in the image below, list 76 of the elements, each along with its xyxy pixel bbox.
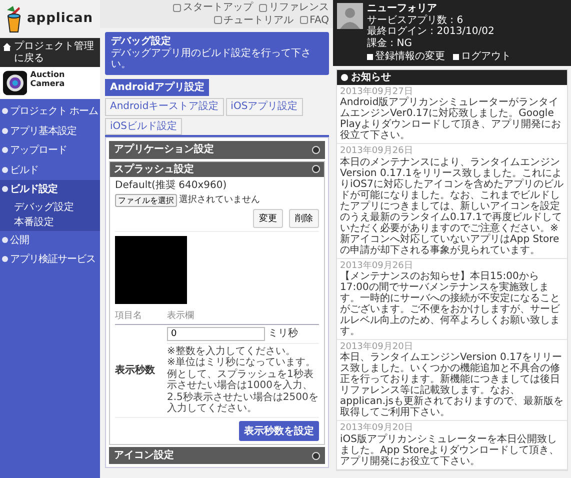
tab[interactable]: iOSビルド設定 bbox=[105, 118, 182, 135]
link-icon bbox=[453, 54, 459, 60]
news-text: Android版アプリカンシミュレーターがランタイムエンジンVer0.17に対応致しました。Google Playよりダウンロードして頂き、アプリ開発にお役立て下さい。 bbox=[340, 97, 562, 142]
image-preview bbox=[115, 236, 187, 304]
top-link[interactable]: リファレンス bbox=[259, 2, 329, 14]
file-label: Default(推奨 640x960) bbox=[115, 180, 228, 192]
link-icon bbox=[300, 16, 308, 24]
sidebar-item[interactable]: アプリ基本設定 bbox=[0, 122, 100, 141]
sidebar-subitem[interactable]: デバッグ設定 bbox=[0, 200, 100, 215]
news-text: 【メンテナンスのお知らせ】本日15:00から17:00の間でサーバメンテナンスを実施致します。一時的にサーバへの接続が不安定になることがございます。ご不便をおかけしますが、サービルレベル向上のため、何卒よろしくお願い致します。 bbox=[340, 271, 561, 338]
section-header[interactable]: スプラッシュ設定 bbox=[110, 162, 324, 177]
user-name: ニューフォリア bbox=[367, 3, 438, 14]
logo-text: applican bbox=[27, 12, 94, 26]
section-header[interactable]: アイコン設定 bbox=[110, 448, 324, 464]
avatar-icon bbox=[337, 3, 363, 29]
home-icon bbox=[3, 43, 11, 51]
account-link[interactable]: 登録情報の変更 bbox=[367, 51, 445, 62]
sidebar-item[interactable]: プロジェクト ホーム bbox=[0, 102, 100, 122]
nav-icon bbox=[2, 128, 8, 134]
sidebar-subitem[interactable]: 本番設定 bbox=[0, 215, 100, 230]
input-field[interactable]: 0 bbox=[167, 326, 265, 341]
page-subtitle: デバッグアプリ用のビルド設定を行って下さい。 bbox=[111, 48, 312, 70]
note-text: ※整数を入力してください。 bbox=[167, 346, 296, 357]
user-info: 課金 : NG bbox=[367, 38, 413, 49]
toggle-icon bbox=[312, 165, 320, 174]
column-header: 表示欄 bbox=[167, 310, 194, 321]
news-text: iOS版アプリカンシミュレーターを本日公開致しました。App Storeよりダウンロードして頂き、アプリ開発にお役立て下さい。 bbox=[340, 434, 560, 467]
link-icon bbox=[214, 16, 222, 24]
unit-label: ミリ秒 bbox=[268, 328, 298, 340]
tab[interactable]: Androidキーストア設定 bbox=[105, 98, 224, 116]
news-date: 2013年09月26日 bbox=[340, 146, 414, 156]
toggle-icon bbox=[312, 452, 320, 460]
section-header[interactable]: アプリケーション設定 bbox=[110, 142, 324, 158]
user-info: 最終ログイン : 2013/10/02 bbox=[367, 26, 494, 38]
news-date: 2013年09月26日 bbox=[340, 260, 414, 271]
news-date: 2013年09月20日 bbox=[340, 423, 414, 434]
top-link[interactable]: FAQ bbox=[300, 14, 329, 26]
nav-icon bbox=[2, 236, 8, 242]
top-link[interactable]: チュートリアル bbox=[214, 14, 294, 26]
nav-icon bbox=[2, 147, 8, 153]
link-icon bbox=[173, 4, 181, 12]
news-header: お知らせ bbox=[337, 70, 567, 85]
info-icon bbox=[341, 74, 348, 81]
back-link[interactable]: プロジェクト管理に戻る bbox=[0, 38, 100, 67]
file-status: 選択されていません bbox=[179, 194, 260, 206]
account-link[interactable]: ログアウト bbox=[453, 51, 511, 62]
camera-lens-icon bbox=[3, 70, 28, 96]
nav-icon bbox=[2, 108, 8, 114]
sidebar-item[interactable]: アップロード bbox=[0, 141, 100, 160]
news-date: 2013年09月20日 bbox=[340, 342, 414, 352]
action-button[interactable]: 削除 bbox=[289, 208, 319, 228]
nav-icon bbox=[2, 256, 8, 262]
sidebar-item[interactable]: ビルド設定 bbox=[0, 180, 100, 200]
row-label: 表示秒数 bbox=[115, 365, 156, 377]
tab[interactable]: Androidアプリ設定 bbox=[105, 78, 210, 96]
choose-file-button[interactable]: ファイルを選択 bbox=[115, 194, 177, 206]
toggle-icon bbox=[312, 146, 320, 154]
project-name: Auction Camera bbox=[30, 70, 66, 90]
sidebar-item[interactable]: アプリ検証サービス bbox=[0, 250, 100, 270]
tab[interactable]: iOSアプリ設定 bbox=[226, 98, 303, 116]
nav-icon bbox=[2, 186, 8, 192]
sidebar-item[interactable]: ビルド bbox=[0, 160, 100, 180]
note-text: ※単位はミリ秒になっています。例として、スプラッシュを1秒表示させたい場合は1000を入力、2.5秒表示させたい場合は2500を入力してください。 bbox=[167, 357, 319, 415]
submit-button[interactable]: 表示秒数を設定 bbox=[239, 420, 319, 441]
nav-icon bbox=[2, 166, 8, 172]
page-title: デバッグ設定 bbox=[111, 36, 172, 48]
link-icon bbox=[367, 54, 373, 60]
news-date: 2013年09月27日 bbox=[340, 87, 414, 97]
news-text: 本日のメンテナンスにより、ランタイムエンジンVersion 0.17.1をリリース致しました。これによりiOS7に対応したアイコンを含めたアプリのビルドが可能になりました。なお、これまでビルドしたアプリにつきましては、新しいアイコンを設定のうえ最新のランタイム0.17.1で再度ビルドしていただく必要がありますのでご注意ください。※新アイコンへ対応していないアプリはApp Storeの申請が却下される事象が見られています。 bbox=[340, 156, 564, 256]
action-button[interactable]: 変更 bbox=[253, 208, 283, 228]
sidebar-item[interactable]: 公開 bbox=[0, 230, 100, 250]
link-icon bbox=[259, 4, 267, 12]
user-info: サービスアプリ数 : 6 bbox=[367, 14, 464, 26]
top-link[interactable]: スタートアップ bbox=[173, 2, 253, 14]
column-header: 項目名 bbox=[115, 310, 143, 321]
news-text: 本日、ランタイムエンジンVersion 0.17をリリース致しました。いくつかの機能追加と不具合の修正を行っております。新機能につきましては後日リファレンス等に記載致します。なお、applican.jsも更新されておりますので、最新版を取得してご利用下さい。 bbox=[340, 352, 564, 418]
